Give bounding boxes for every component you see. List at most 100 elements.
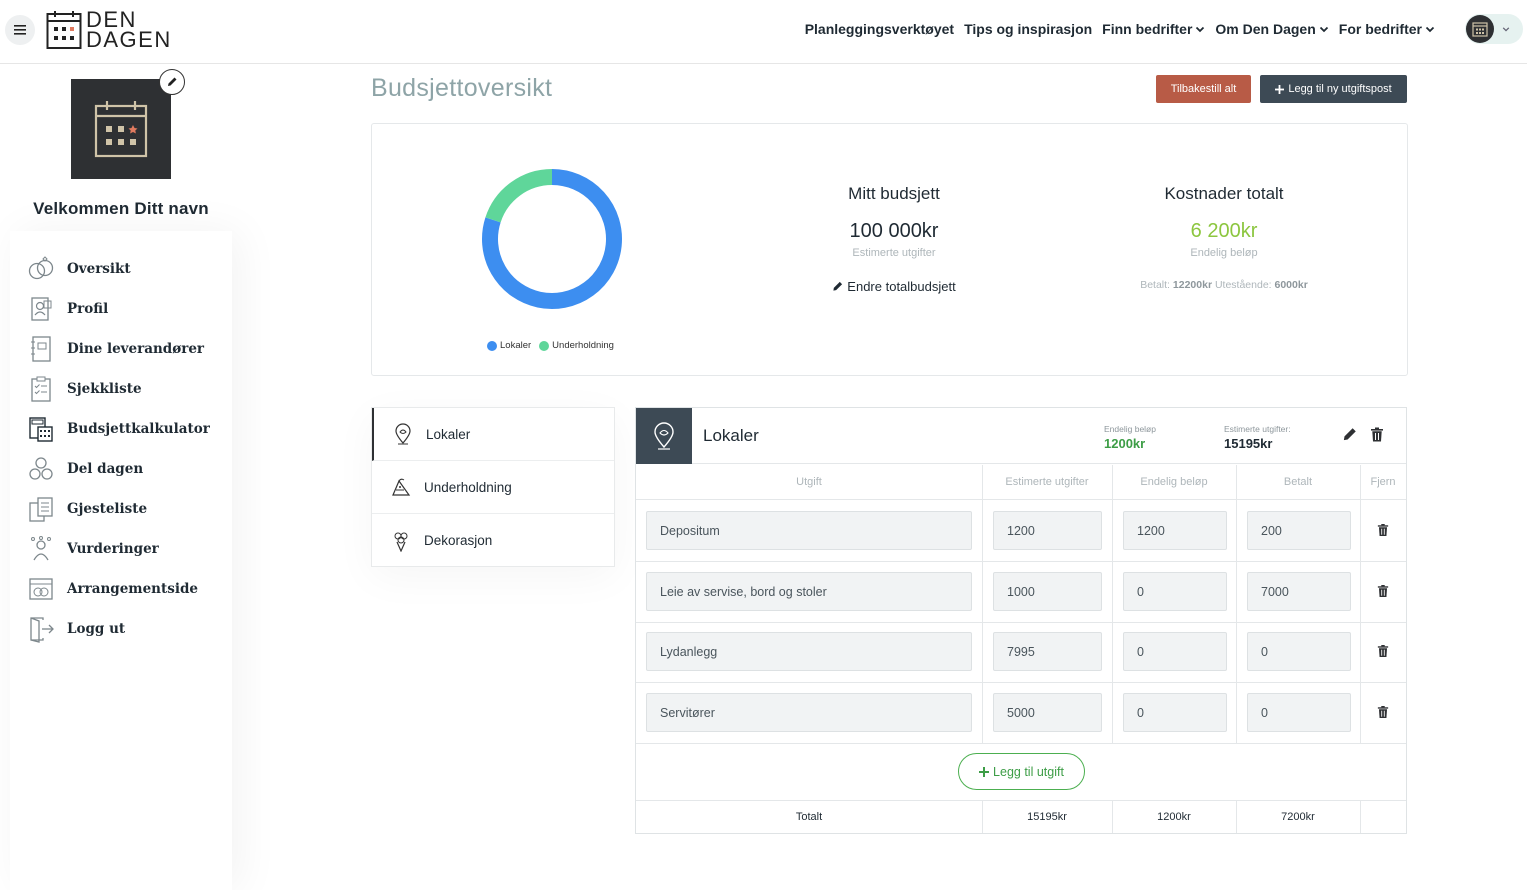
sidebar-item-oversikt[interactable]: Oversikt [27, 255, 131, 283]
final-input[interactable]: 0 [1123, 632, 1227, 671]
expense-category-list: Lokaler Underholdning Dekorasjon [371, 407, 615, 567]
checklist-icon [31, 376, 51, 402]
paid-input[interactable]: 7000 [1247, 572, 1351, 611]
calendar-logo-icon [46, 11, 82, 49]
sidebar-item-sjekkliste[interactable]: Sjekkliste [27, 375, 142, 403]
sidebar: Oversikt Profil Dine leverandører Sjekkl… [10, 231, 232, 890]
pencil-icon [833, 281, 843, 291]
add-expense-row: Legg til utgift [636, 744, 1406, 801]
category-detail-panel: Lokaler Endelig beløp 1200kr Estimerte u… [635, 407, 1407, 834]
sidebar-item-del-dagen[interactable]: Del dagen [27, 455, 143, 483]
logo[interactable]: DEN DAGEN [46, 9, 172, 51]
add-expense-post-button[interactable]: Legg til ny utgiftspost [1260, 75, 1407, 103]
delete-row-button[interactable] [1377, 584, 1389, 603]
menu-button[interactable] [5, 15, 35, 45]
table-row: Leie av servise, bord og stoler 1000 0 7… [636, 562, 1406, 623]
edit-category-button[interactable] [1342, 427, 1357, 447]
paid-outstanding-line: Betalt: 12200kr Utestående: 6000kr [1140, 279, 1308, 291]
final-input[interactable]: 0 [1123, 693, 1227, 732]
category-item-underholdning[interactable]: Underholdning [372, 461, 614, 514]
sidebar-item-budsjettkalkulator[interactable]: Budsjettkalkulator [27, 415, 210, 443]
calculator-icon [29, 417, 53, 442]
delete-category-button[interactable] [1370, 427, 1384, 447]
guestlist-icon [29, 497, 53, 522]
expense-table-header: Utgift Estimerte utgifter Endelig beløp … [636, 465, 1406, 500]
delete-row-button[interactable] [1377, 644, 1389, 663]
entertainment-icon [392, 478, 411, 496]
nav-tips-og-inspirasjon[interactable]: Tips og inspirasjon [964, 21, 1092, 37]
plus-icon [1275, 84, 1285, 94]
reset-all-button[interactable]: Tilbakestill alt [1156, 75, 1251, 103]
rating-icon [31, 536, 51, 561]
chart-legend: Lokaler Underholdning [487, 340, 614, 351]
legend-item-underholdning[interactable]: Underholdning [539, 340, 614, 351]
expense-name-input[interactable]: Leie av servise, bord og stoler [646, 572, 972, 611]
user-menu[interactable] [1465, 14, 1523, 44]
budget-sub: Estimerte utgifter [852, 247, 936, 259]
legend-item-lokaler[interactable]: Lokaler [487, 340, 531, 351]
calendar-profile-icon [94, 101, 148, 158]
pencil-icon [1343, 428, 1356, 441]
edit-profile-image-button[interactable] [159, 69, 185, 95]
legend-dot [539, 340, 550, 351]
location-pin-icon [654, 422, 674, 450]
pencil-icon [168, 77, 177, 86]
sidebar-item-dine-leverandorer[interactable]: Dine leverandører [27, 335, 204, 363]
nav-finn-bedrifter[interactable]: Finn bedrifter [1102, 21, 1205, 37]
total-row: Totalt 15195kr 1200kr 7200kr [636, 801, 1406, 833]
category-item-dekorasjon[interactable]: Dekorasjon [372, 514, 614, 567]
nav-planleggingsverktoyet[interactable]: Planleggingsverktøyet [805, 21, 954, 37]
final-input[interactable]: 0 [1123, 572, 1227, 611]
estimated-input[interactable]: 5000 [993, 693, 1102, 732]
final-input[interactable]: 1200 [1123, 511, 1227, 550]
expense-name-input[interactable]: Lydanlegg [646, 632, 972, 671]
col-header-estimated: Estimerte utgifter [1005, 476, 1089, 488]
paid-input[interactable]: 200 [1247, 511, 1351, 550]
delete-row-button[interactable] [1377, 523, 1389, 542]
paid-input[interactable]: 0 [1247, 632, 1351, 671]
paid-input[interactable]: 0 [1247, 693, 1351, 732]
plus-icon [979, 766, 990, 777]
trash-icon [1377, 524, 1389, 536]
donut-slice-underholdning[interactable] [485, 169, 553, 223]
expense-name-input[interactable]: Servitører [646, 693, 972, 732]
trash-icon [1377, 706, 1389, 718]
bouquet-icon [394, 532, 408, 552]
legend-dot [487, 340, 497, 351]
sidebar-item-arrangementside[interactable]: Arrangementside [27, 575, 198, 603]
hamburger-icon [14, 25, 26, 35]
chevron-down-icon [1425, 26, 1435, 33]
budget-donut-chart [482, 169, 622, 309]
sidebar-item-profil[interactable]: Profil [27, 295, 108, 323]
main-nav: Planleggingsverktøyet Tips og inspirasjo… [805, 21, 1435, 37]
welcome-text: Velkommen Ditt navn [33, 199, 209, 218]
total-label: Totalt [795, 811, 823, 823]
category-item-lokaler[interactable]: Lokaler [372, 408, 614, 461]
detail-final-amount: Endelig beløp 1200kr [1104, 424, 1156, 451]
delete-row-button[interactable] [1377, 705, 1389, 724]
estimated-input[interactable]: 1200 [993, 511, 1102, 550]
sidebar-item-gjesteliste[interactable]: Gjesteliste [27, 495, 147, 523]
sidebar-item-logg-ut[interactable]: Logg ut [27, 615, 125, 643]
sidebar-item-vurderinger[interactable]: Vurderinger [27, 535, 159, 563]
rings-icon [28, 256, 54, 280]
estimated-input[interactable]: 1000 [993, 572, 1102, 611]
nav-om-den-dagen[interactable]: Om Den Dagen [1215, 21, 1328, 37]
expense-name-input[interactable]: Depositum [646, 511, 972, 550]
edit-total-budget-link[interactable]: Endre totalbudsjett [769, 279, 1019, 294]
total-estimated: 15195kr [1027, 811, 1067, 823]
budget-summary-card: Lokaler Underholdning Mitt budsjett 100 … [371, 123, 1408, 376]
col-header-paid: Betalt [1283, 476, 1313, 488]
estimated-input[interactable]: 7995 [993, 632, 1102, 671]
table-row: Servitører 5000 0 0 [636, 683, 1406, 744]
page-title: Budsjettoversikt [371, 74, 553, 102]
share-icon [29, 457, 53, 480]
detail-estimated-amount: Estimerte utgifter: 15195kr [1224, 424, 1291, 451]
my-budget-stat: Mitt budsjett 100 000kr Estimerte utgift… [769, 184, 1019, 294]
logout-icon [30, 617, 54, 643]
add-expense-button[interactable]: Legg til utgift [958, 753, 1085, 790]
cost-value: 6 200kr [1190, 220, 1258, 242]
total-final: 1200kr [1157, 811, 1191, 823]
top-header: DEN DAGEN Planleggingsverktøyet Tips og … [0, 0, 1527, 64]
nav-for-bedrifter[interactable]: For bedrifter [1339, 21, 1435, 37]
